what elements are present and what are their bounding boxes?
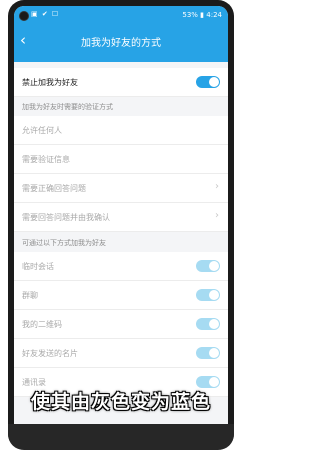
verify-item-answer-question[interactable]: 需要正确回答问题 ›: [14, 174, 228, 203]
toggle-knob: [209, 319, 219, 329]
verify-item-label: 允许任何人: [22, 126, 62, 135]
toggle-knob: [209, 290, 219, 300]
method-item-temp-chat[interactable]: 临时会话: [14, 252, 228, 281]
chevron-right-icon: ›: [215, 210, 219, 221]
friend-card-toggle[interactable]: [196, 347, 220, 359]
chevron-right-icon: ›: [215, 181, 219, 192]
video-caption: 使其由灰色变为蓝色: [30, 391, 211, 413]
method-item-label: 我的二维码: [22, 320, 62, 329]
section-verify-label: 加我为好友时需要的验证方式: [22, 103, 113, 111]
verify-item-need-info[interactable]: 需要验证信息: [14, 145, 228, 174]
toggle-knob: [209, 348, 219, 358]
verify-item-label: 需要正确回答问题: [22, 184, 86, 193]
header-bar: ▣ ✔ ☐ 53% ▮ 4:24 ‹ 加我为好友的方式: [14, 6, 228, 62]
verify-item-answer-confirm[interactable]: 需要回答问题并由我确认 ›: [14, 203, 228, 232]
camera-hole: [19, 11, 29, 21]
section-verify-header: 加我为好友时需要的验证方式: [14, 98, 228, 116]
temp-chat-toggle[interactable]: [196, 260, 220, 272]
verify-item-allow-anyone[interactable]: 允许任何人: [14, 116, 228, 145]
status-bar: ▣ ✔ ☐ 53% ▮ 4:24: [14, 9, 228, 23]
toggle-knob: [209, 377, 219, 387]
toggle-knob: [209, 77, 219, 87]
notification-icons: ▣ ✔ ☐: [31, 10, 60, 18]
page-title: 加我为好友的方式: [81, 38, 161, 49]
forbid-add-row[interactable]: 禁止加我为好友: [14, 68, 228, 97]
verify-item-label: 需要回答问题并由我确认: [22, 213, 110, 222]
method-item-group-chat[interactable]: 群聊: [14, 281, 228, 310]
method-item-label: 临时会话: [22, 262, 54, 271]
battery-icon: ▮: [200, 11, 205, 19]
toggle-knob: [209, 261, 219, 271]
clock: 4:24: [206, 11, 222, 19]
section-methods-label: 可通过以下方式加我为好友: [22, 239, 106, 247]
method-item-label: 群聊: [22, 291, 38, 300]
forbid-add-toggle[interactable]: [196, 76, 220, 88]
verify-item-label: 需要验证信息: [22, 155, 70, 164]
screen: ▣ ✔ ☐ 53% ▮ 4:24 ‹ 加我为好友的方式 禁止加我为好友 加我为好…: [14, 6, 228, 450]
phone-frame: ▣ ✔ ☐ 53% ▮ 4:24 ‹ 加我为好友的方式 禁止加我为好友 加我为好…: [8, 0, 234, 450]
status-right: 53% ▮ 4:24: [182, 11, 222, 19]
qr-code-toggle[interactable]: [196, 318, 220, 330]
section-methods-header: 可通过以下方式加我为好友: [14, 234, 228, 252]
method-item-friend-card[interactable]: 好友发送的名片: [14, 339, 228, 368]
title-bar: ‹ 加我为好友的方式: [14, 30, 228, 54]
method-item-qr-code[interactable]: 我的二维码: [14, 310, 228, 339]
battery-percent: 53%: [182, 11, 198, 19]
bottom-bezel: [8, 424, 234, 450]
forbid-add-label: 禁止加我为好友: [22, 78, 78, 87]
group-chat-toggle[interactable]: [196, 289, 220, 301]
method-item-label: 好友发送的名片: [22, 349, 78, 358]
